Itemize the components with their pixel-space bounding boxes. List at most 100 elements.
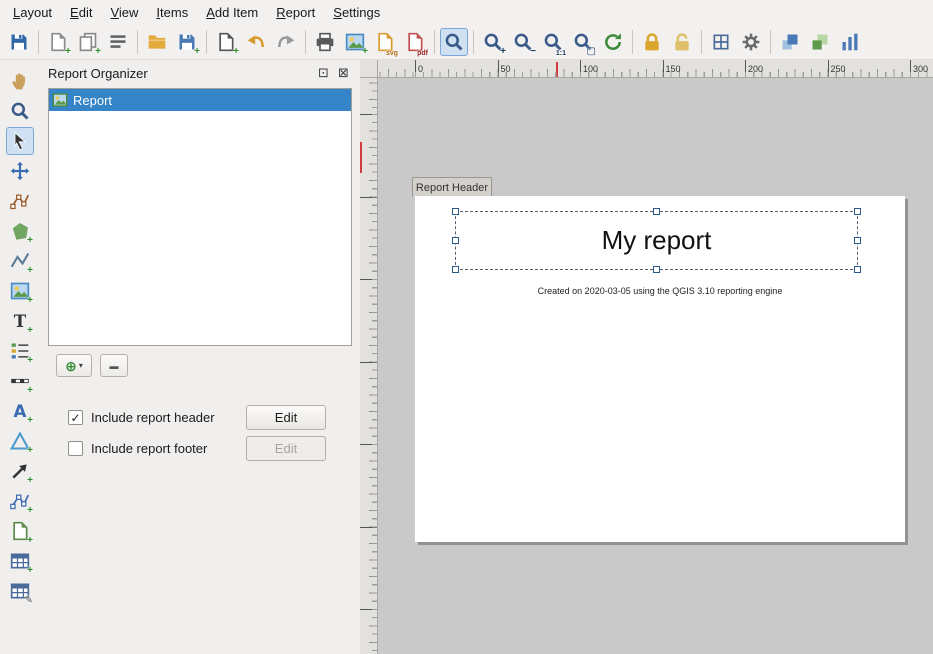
footer-option-row: ✓ Include report footer Edit <box>68 436 360 461</box>
float-panel-icon[interactable]: ⊡ <box>315 65 332 82</box>
toolbar-separator <box>473 30 474 54</box>
report-options: ✓ Include report header Edit ✓ Include r… <box>68 405 360 467</box>
print-icon[interactable] <box>311 28 339 56</box>
zoom-full-icon[interactable]: ▢ <box>569 28 597 56</box>
menu-edit[interactable]: Edit <box>61 2 101 23</box>
resize-items-icon[interactable] <box>836 28 864 56</box>
zoom-actual-icon[interactable]: 1:1 <box>539 28 567 56</box>
add-fixed-table-icon[interactable]: ✎ <box>6 577 34 605</box>
menu-report[interactable]: Report <box>267 2 324 23</box>
close-panel-icon[interactable]: ⊠ <box>335 65 352 82</box>
menu-add-item[interactable]: Add Item <box>197 2 267 23</box>
title-label-frame[interactable]: My report <box>455 211 858 270</box>
toolbar-separator <box>137 30 138 54</box>
toolbar-separator <box>434 30 435 54</box>
v-ruler-label: 50 <box>360 279 377 280</box>
selection-handle[interactable] <box>854 266 861 273</box>
snap-settings-icon[interactable] <box>737 28 765 56</box>
zoom-tool-icon[interactable] <box>440 28 468 56</box>
v-ruler-label: 200 <box>360 527 377 528</box>
selection-handle[interactable] <box>854 237 861 244</box>
lower-items-icon[interactable] <box>806 28 834 56</box>
menu-view[interactable]: View <box>101 2 147 23</box>
h-ruler-label: 250 <box>828 60 846 77</box>
report-page[interactable]: My report Created on 2020-03-05 using th… <box>415 196 905 542</box>
duplicate-layout-icon[interactable]: + <box>74 28 102 56</box>
selection-handle[interactable] <box>452 237 459 244</box>
toolbar-separator <box>632 30 633 54</box>
layout-canvas[interactable]: Report Header My report Created on 2020-… <box>378 78 933 654</box>
h-ruler-label: 150 <box>663 60 681 77</box>
group-items-icon[interactable] <box>707 28 735 56</box>
export-image-icon[interactable]: + <box>341 28 369 56</box>
v-ruler-label: 0 <box>360 197 377 198</box>
export-pdf-icon[interactable]: pdf <box>401 28 429 56</box>
layout-manager-icon[interactable] <box>104 28 132 56</box>
report-organizer-panel: Report Organizer ⊡ ⊠ Report ⊕ ▾ ▬ ✓ Incl… <box>40 60 360 654</box>
h-ruler: 050100150200250300 <box>378 60 933 78</box>
add-shape-icon[interactable]: + <box>6 427 34 455</box>
v-ruler-label: -50 <box>360 114 377 115</box>
add-legend-icon[interactable]: + <box>6 337 34 365</box>
report-header-tab-label: Report Header <box>416 182 488 194</box>
chevron-down-icon: ▾ <box>79 361 83 370</box>
move-content-tool-icon[interactable] <box>6 157 34 185</box>
tree-item-report[interactable]: Report <box>49 89 351 111</box>
add-polygon-icon[interactable]: + <box>6 217 34 245</box>
zoom-tool-left-icon[interactable] <box>6 97 34 125</box>
save-layout-icon[interactable]: + <box>173 28 201 56</box>
remove-section-button[interactable]: ▬ <box>100 354 128 377</box>
selection-handle[interactable] <box>452 266 459 273</box>
add-node-item-icon[interactable]: + <box>6 487 34 515</box>
menu-settings[interactable]: Settings <box>324 2 389 23</box>
add-picture-icon[interactable]: + <box>6 277 34 305</box>
add-section-button[interactable]: ⊕ ▾ <box>56 354 92 377</box>
v-ruler-label: 150 <box>360 444 377 445</box>
menu-layout[interactable]: Layout <box>4 2 61 23</box>
add-scalebar-icon[interactable]: + <box>6 367 34 395</box>
edit-footer-button[interactable]: Edit <box>246 436 326 461</box>
add-label-icon[interactable]: + <box>6 307 34 335</box>
edit-nodes-tool-icon[interactable] <box>6 187 34 215</box>
refresh-icon[interactable] <box>599 28 627 56</box>
report-title-text: My report <box>602 225 712 256</box>
add-arrow-icon[interactable]: + <box>6 457 34 485</box>
unlock-items-icon[interactable] <box>668 28 696 56</box>
report-item-icon <box>52 92 68 108</box>
zoom-in-icon[interactable]: + <box>479 28 507 56</box>
ruler-corner <box>360 60 378 78</box>
selection-handle[interactable] <box>452 208 459 215</box>
lock-items-icon[interactable] <box>638 28 666 56</box>
pan-tool-icon[interactable] <box>6 67 34 95</box>
header-option-row: ✓ Include report header Edit <box>68 405 360 430</box>
add-north-arrow-icon[interactable]: + <box>6 397 34 425</box>
v-ruler: -50050100150200250 <box>360 78 378 654</box>
toolbar-separator <box>770 30 771 54</box>
redo-icon[interactable] <box>272 28 300 56</box>
include-report-footer-checkbox[interactable]: ✓ <box>68 441 83 456</box>
add-attribute-table-icon[interactable]: + <box>6 547 34 575</box>
plus-icon: ⊕ <box>65 359 77 373</box>
undo-icon[interactable] <box>242 28 270 56</box>
menu-items[interactable]: Items <box>147 2 197 23</box>
include-report-header-label: Include report header <box>91 410 215 425</box>
include-report-footer-label: Include report footer <box>91 441 207 456</box>
include-report-header-checkbox[interactable]: ✓ <box>68 410 83 425</box>
edit-header-button[interactable]: Edit <box>246 405 326 430</box>
zoom-out-icon[interactable]: − <box>509 28 537 56</box>
selection-handle[interactable] <box>653 266 660 273</box>
selection-handle[interactable] <box>854 208 861 215</box>
new-layout-icon[interactable]: + <box>44 28 72 56</box>
report-subtitle-text: Created on 2020-03-05 using the QGIS 3.1… <box>415 286 905 296</box>
selection-handle[interactable] <box>653 208 660 215</box>
toolbar-separator <box>38 30 39 54</box>
add-polyline-icon[interactable]: + <box>6 247 34 275</box>
open-layout-icon[interactable] <box>143 28 171 56</box>
add-html-icon[interactable]: + <box>6 517 34 545</box>
h-ruler-label: 100 <box>580 60 598 77</box>
raise-items-icon[interactable] <box>776 28 804 56</box>
select-move-tool-icon[interactable] <box>6 127 34 155</box>
save-project-icon[interactable] <box>5 28 33 56</box>
add-page-icon[interactable]: + <box>212 28 240 56</box>
export-svg-icon[interactable]: svg <box>371 28 399 56</box>
